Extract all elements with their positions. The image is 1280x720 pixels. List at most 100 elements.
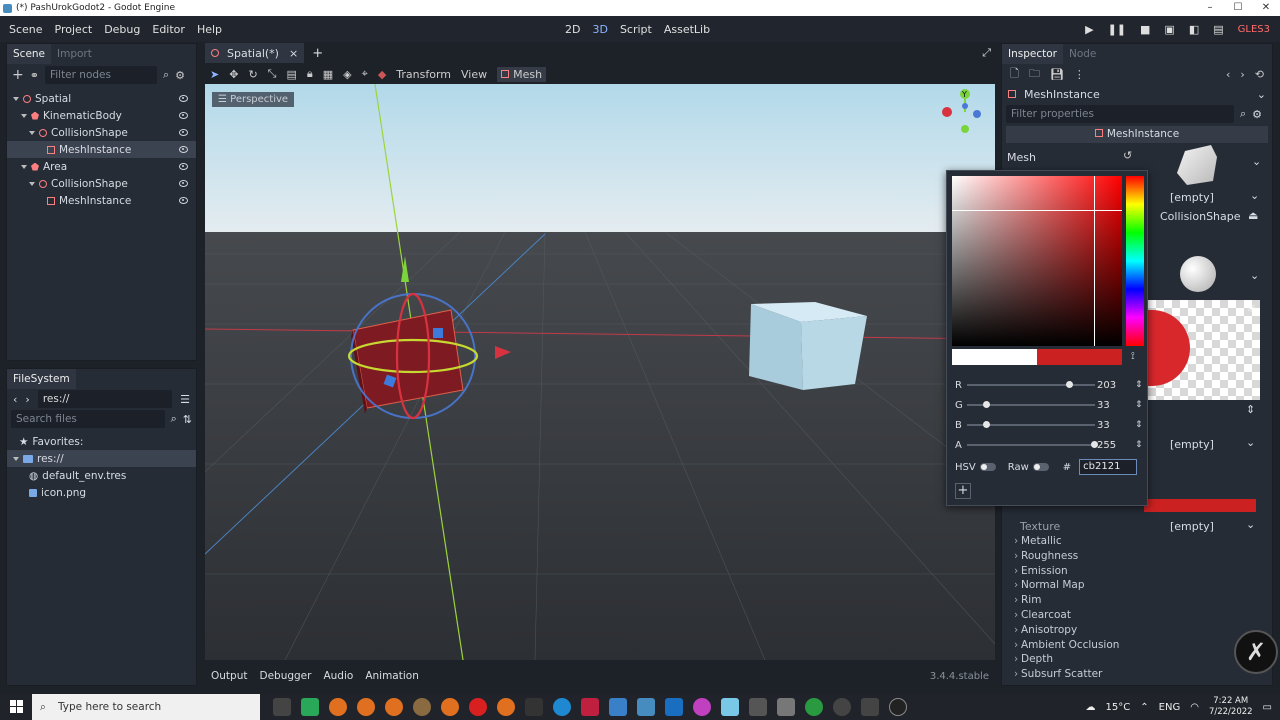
tree-item[interactable]: CollisionShape — [7, 175, 196, 192]
open-folder-icon[interactable]: 🗀︎ — [1029, 65, 1040, 84]
play-custom-icon[interactable]: ◧ — [1189, 23, 1199, 36]
add-preset-button[interactable]: + — [955, 483, 971, 499]
close-tab-icon[interactable]: × — [289, 47, 298, 60]
g-slider[interactable]: G 33 ⇕ — [955, 397, 1143, 413]
material-section[interactable]: Clearcoat — [1002, 608, 1274, 623]
tab-spatial[interactable]: Spatial(*) × — [205, 43, 305, 63]
texture-row[interactable]: Texture [empty] ⌄ — [1002, 517, 1274, 535]
spin-icon[interactable]: ⇕ — [1246, 403, 1255, 416]
link-icon[interactable]: ⚭ — [30, 69, 39, 82]
hue-slider[interactable] — [1126, 176, 1144, 346]
perspective-button[interactable]: ☰ Perspective — [212, 92, 295, 107]
material-section[interactable]: Normal Map — [1002, 578, 1274, 593]
revert-icon[interactable]: ↺ — [1123, 149, 1132, 162]
chevron-down-icon[interactable] — [13, 96, 19, 101]
opera-icon[interactable] — [469, 698, 487, 716]
hex-input[interactable]: cb2121 — [1079, 459, 1138, 475]
chevron-down-icon[interactable]: ⌄ — [1250, 269, 1259, 282]
tab-scene[interactable]: Scene — [7, 44, 52, 64]
r-slider[interactable]: R 203 ⇕ — [955, 377, 1143, 393]
search-files-input[interactable]: Search files — [11, 410, 165, 428]
app-icon[interactable] — [301, 698, 319, 716]
chrome-icon[interactable] — [805, 698, 823, 716]
tab-output[interactable]: Output — [205, 670, 253, 682]
workspace-assetlib[interactable]: AssetLib — [664, 23, 710, 36]
chevron-down-icon[interactable]: ⌄ — [1252, 155, 1261, 168]
albedo-color-swatch[interactable] — [1144, 499, 1256, 512]
spin-icon[interactable]: ⇕ — [1135, 400, 1143, 410]
visibility-eye-icon[interactable] — [179, 129, 188, 136]
menu-editor[interactable]: Editor — [146, 23, 191, 36]
color-picker-popup[interactable]: ⟟ R 203 ⇕ G 33 ⇕ B 33 ⇕ A 255 ⇕ HSV Raw … — [946, 170, 1148, 506]
tab-debugger[interactable]: Debugger — [253, 670, 317, 682]
raw-toggle[interactable] — [1032, 463, 1049, 471]
cube-preview[interactable] — [1177, 145, 1217, 185]
3d-viewport[interactable]: Y ☰ Perspective — [205, 84, 995, 660]
chevron-up-icon[interactable]: ⌃ — [1140, 702, 1148, 713]
taskbar-search[interactable]: ⌕ Type here to search — [32, 694, 260, 720]
mail-icon[interactable] — [609, 698, 627, 716]
group-icon[interactable]: ▦ — [323, 68, 333, 81]
task-view-icon[interactable] — [273, 698, 291, 716]
eyedropper-icon[interactable]: ⟟ — [1131, 351, 1135, 362]
godot-icon[interactable] — [637, 698, 655, 716]
close-button[interactable]: ✕ — [1252, 0, 1280, 16]
tree-item[interactable]: MeshInstance — [7, 192, 196, 209]
save-icon[interactable]: 💾︎ — [1050, 68, 1064, 81]
app-icon[interactable] — [749, 698, 767, 716]
filter-properties-input[interactable]: Filter properties — [1006, 105, 1234, 123]
blender-icon[interactable] — [441, 698, 459, 716]
mesh-menu[interactable]: Mesh — [497, 66, 547, 82]
add-tab-icon[interactable]: + — [312, 46, 323, 61]
local-space-icon[interactable]: ◈ — [343, 68, 351, 81]
g-value[interactable]: 33 — [1097, 400, 1110, 411]
tree-item[interactable]: CollisionShape — [7, 124, 196, 141]
tab-filesystem[interactable]: FileSystem — [7, 369, 76, 389]
app-icon[interactable] — [693, 698, 711, 716]
menu-debug[interactable]: Debug — [98, 23, 146, 36]
workspace-2d[interactable]: 2D — [565, 23, 580, 36]
tree-item[interactable]: MeshInstance — [7, 141, 196, 158]
material-preview[interactable]: ☀ — [1148, 300, 1260, 400]
select-tool-icon[interactable]: ➤ — [210, 68, 219, 81]
visibility-eye-icon[interactable] — [179, 95, 188, 102]
pause-icon[interactable]: ❚❚ — [1108, 23, 1126, 36]
layout-icon[interactable]: ☰ — [180, 393, 190, 406]
app-icon[interactable] — [861, 698, 879, 716]
spin-icon[interactable]: ⇕ — [1135, 380, 1143, 390]
menu-help[interactable]: Help — [191, 23, 228, 36]
renderer-label[interactable]: GLES3 — [1238, 24, 1270, 35]
fs-item-icon[interactable]: icon.png — [7, 484, 196, 501]
spin-icon[interactable]: ⇕ — [1135, 440, 1143, 450]
hsv-toggle[interactable] — [979, 463, 996, 471]
transform-menu[interactable]: Transform — [396, 68, 451, 81]
path-field[interactable]: res:// — [37, 390, 173, 408]
b-knob[interactable] — [983, 421, 991, 428]
chevron-down-icon[interactable] — [29, 181, 35, 186]
a-slider[interactable]: A 255 ⇕ — [955, 437, 1143, 453]
movie-icon[interactable]: ▤ — [1213, 23, 1223, 36]
workspace-script[interactable]: Script — [620, 23, 652, 36]
network-icon[interactable]: ☁ — [1086, 702, 1096, 713]
more-icon[interactable]: ⋮ — [1074, 68, 1085, 81]
r-knob[interactable] — [1065, 381, 1073, 388]
r-value[interactable]: 203 — [1097, 380, 1116, 391]
saturation-value-area[interactable] — [952, 176, 1122, 346]
tab-animation[interactable]: Animation — [359, 670, 425, 682]
tree-item[interactable]: Area — [7, 158, 196, 175]
list-select-icon[interactable]: ▤ — [286, 68, 296, 81]
filter-nodes-input[interactable]: Filter nodes — [44, 66, 157, 84]
visibility-eye-icon[interactable] — [179, 163, 188, 170]
windows-start-icon[interactable] — [10, 700, 23, 713]
sun-icon[interactable]: ◆ — [378, 68, 386, 81]
wifi-icon[interactable]: ◠ — [1190, 702, 1199, 713]
workspace-3d[interactable]: 3D — [592, 23, 607, 36]
add-node-icon[interactable]: + — [12, 67, 24, 83]
scale-tool-icon[interactable]: ⤡ — [268, 67, 277, 81]
spin-icon[interactable]: ⇕ — [1135, 420, 1143, 430]
fullscreen-icon[interactable]: ⤢ — [982, 46, 991, 60]
lock-icon[interactable]: 🔒︎ — [307, 67, 313, 81]
b-slider[interactable]: B 33 ⇕ — [955, 417, 1143, 433]
material-section[interactable]: Subsurf Scatter — [1002, 667, 1274, 682]
history-forward-icon[interactable]: › — [1240, 68, 1244, 81]
